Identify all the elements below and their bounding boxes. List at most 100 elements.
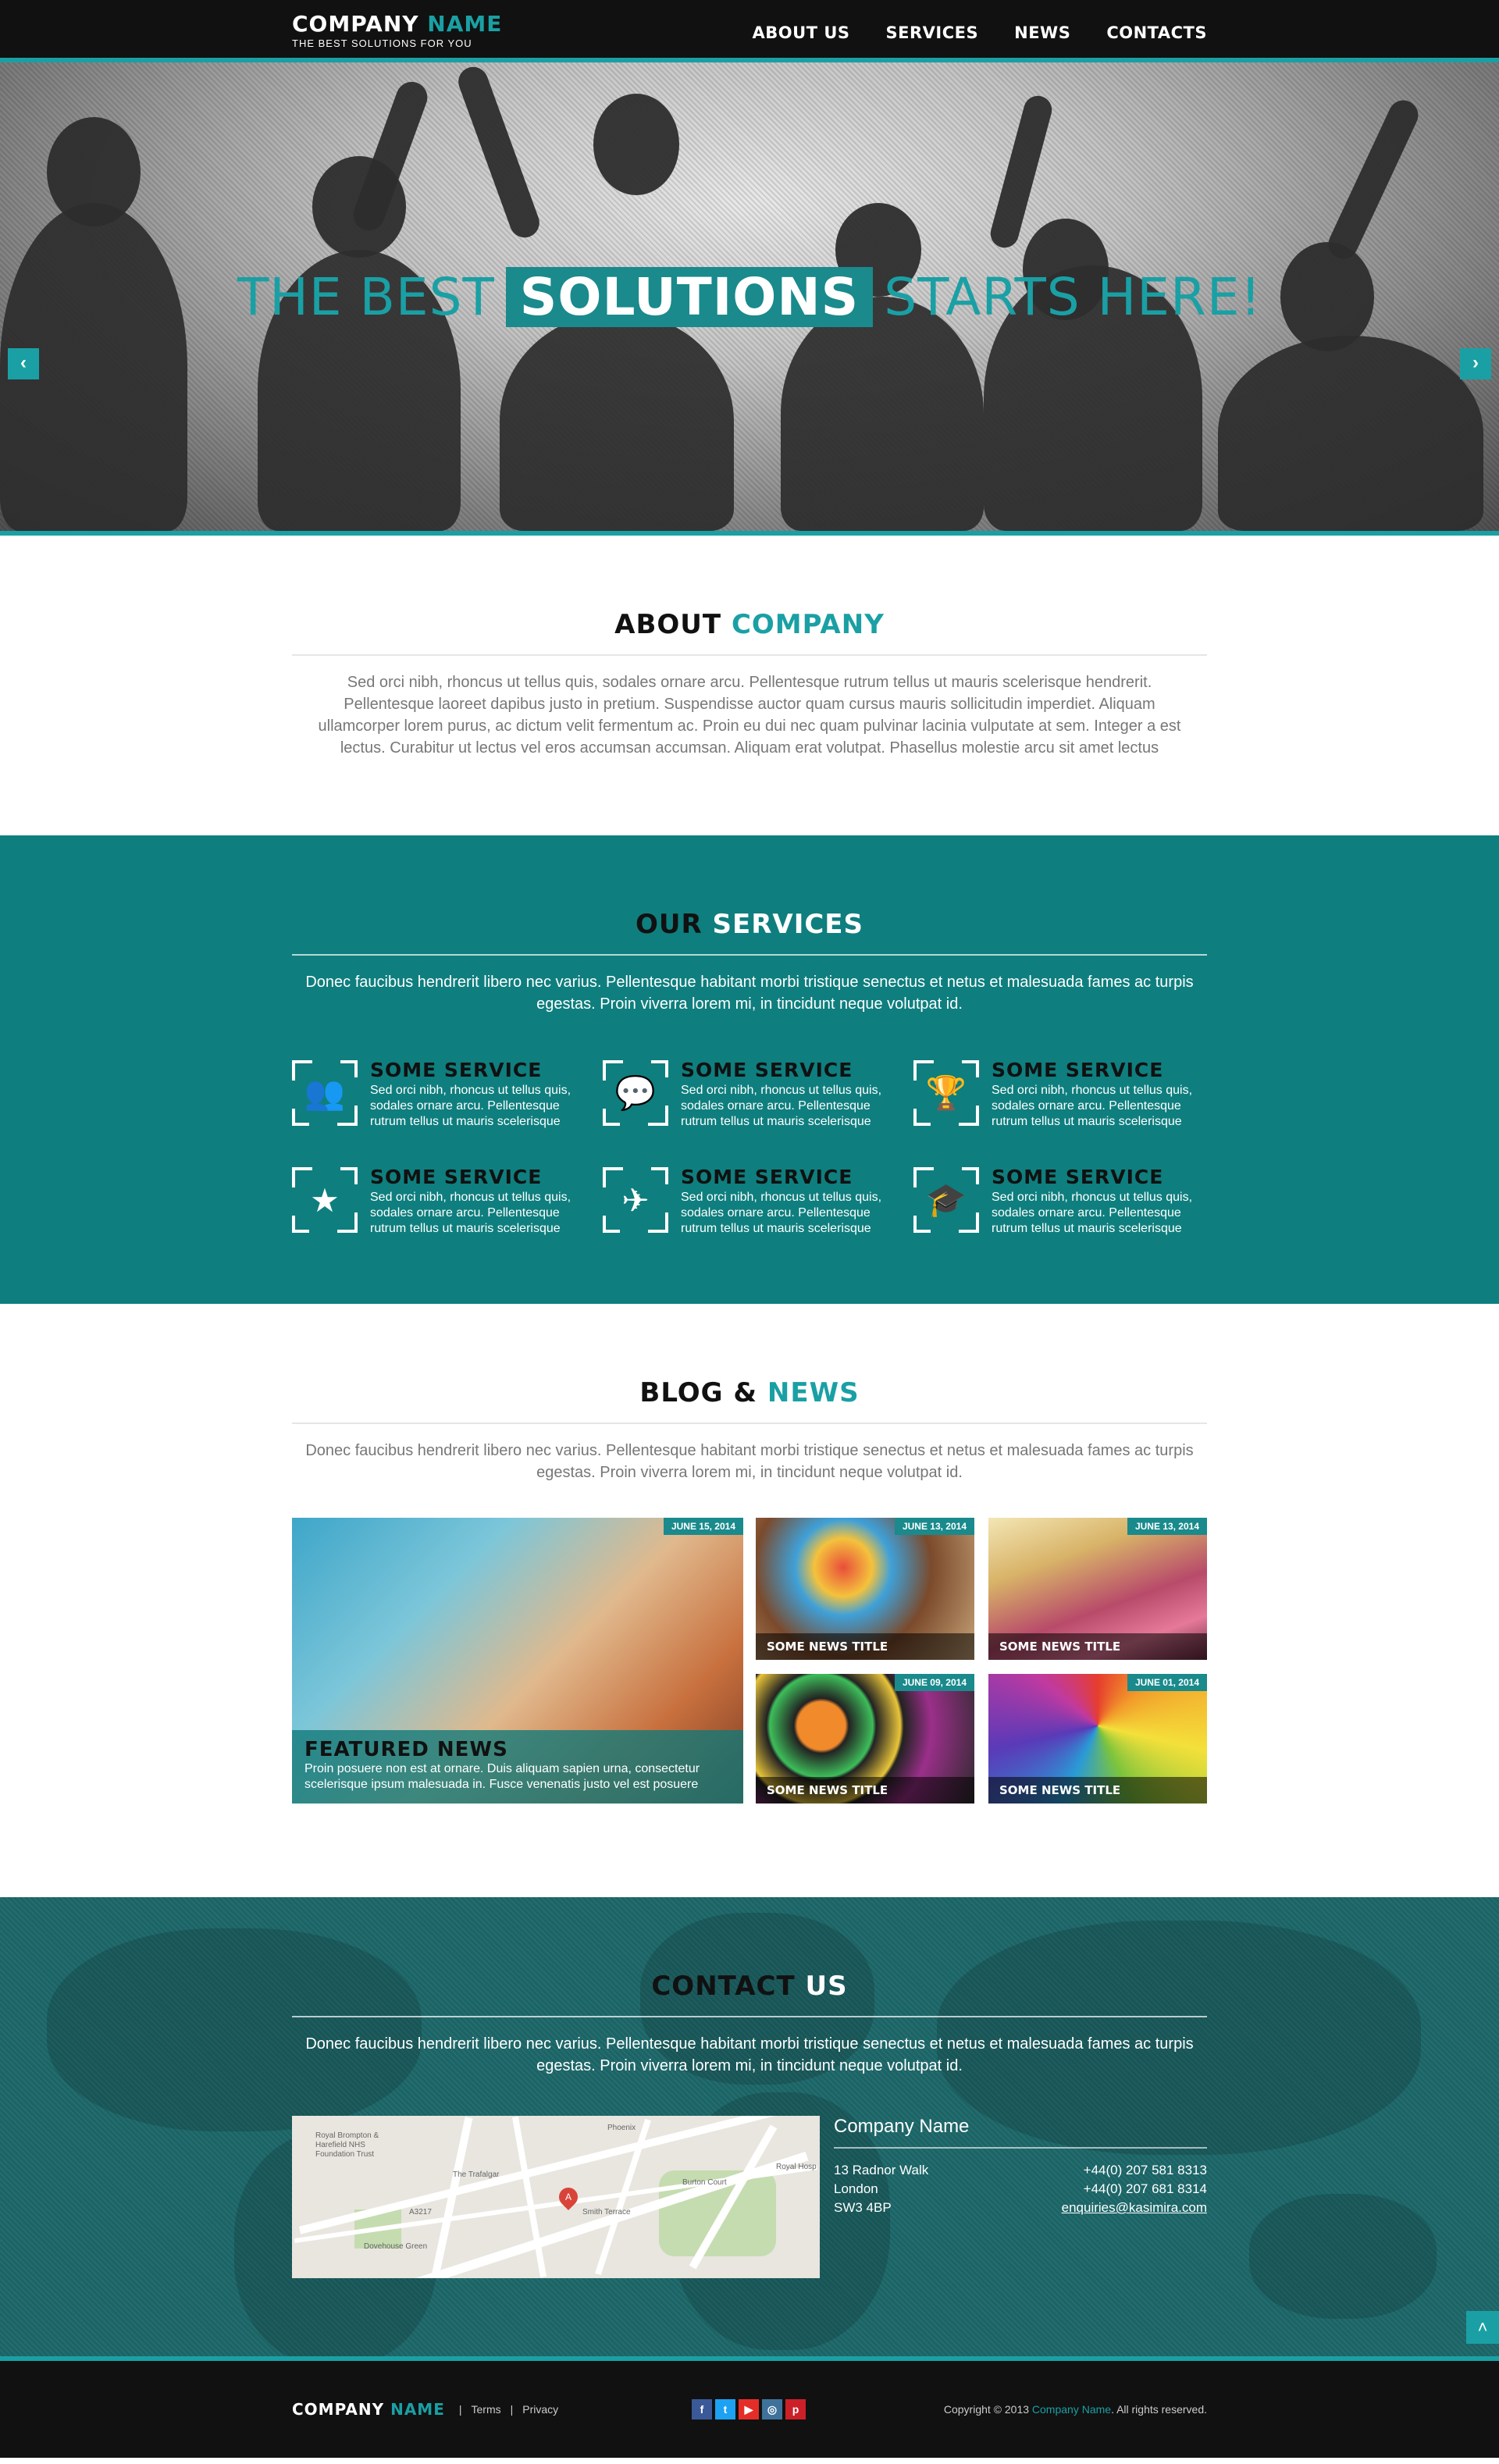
hero-figure <box>781 297 984 531</box>
hero-figure <box>1218 336 1483 531</box>
news-date: JUNE 15, 2014 <box>663 1518 743 1535</box>
service-icon-frame: ✈ <box>603 1167 668 1233</box>
main-nav: ABOUT US SERVICES NEWS CONTACTS <box>753 23 1207 42</box>
service-item[interactable]: 👥 SOME SERVICE Sed orci nibh, rhoncus ut … <box>292 1059 586 1130</box>
hero-headline-post: STARTS HERE! <box>884 267 1262 327</box>
news-date: JUNE 13, 2014 <box>1127 1518 1207 1535</box>
nav-contacts[interactable]: CONTACTS <box>1106 23 1207 42</box>
service-icon-frame: ★ <box>292 1167 358 1233</box>
featured-news-caption: FEATURED NEWS Proin posuere non est at o… <box>292 1730 743 1803</box>
service-icon-frame: 👥 <box>292 1060 358 1126</box>
nav-services[interactable]: SERVICES <box>886 23 979 42</box>
chevron-right-icon: › <box>1472 352 1479 373</box>
news-date: JUNE 09, 2014 <box>894 1674 974 1691</box>
address-line: SW3 4BP <box>834 2200 892 2215</box>
footer-links: | Terms | Privacy <box>459 2403 558 2416</box>
service-item[interactable]: 🎓 SOME SERVICE Sed orci nibh, rhoncus ut … <box>913 1166 1207 1237</box>
chevron-up-icon: ˄ <box>1477 2317 1488 2337</box>
nav-news[interactable]: NEWS <box>1014 23 1070 42</box>
service-text: Sed orci nibh, rhoncus ut tellus quis, s… <box>992 1191 1193 1235</box>
location-map[interactable]: Royal Brompton & Harefield NHS Foundatio… <box>292 2116 820 2278</box>
featured-news-title: FEATURED NEWS <box>304 1738 508 1761</box>
hero-figure-arm <box>1323 95 1423 264</box>
service-item[interactable]: ✈ SOME SERVICE Sed orci nibh, rhoncus ut … <box>603 1166 896 1237</box>
featured-news-card[interactable]: JUNE 15, 2014 FEATURED NEWS Proin posuer… <box>292 1518 743 1803</box>
slider-next-button[interactable]: › <box>1460 348 1491 379</box>
divider <box>292 2016 1207 2017</box>
users-icon: 👥 <box>304 1074 346 1111</box>
twitter-icon[interactable]: t <box>715 2399 735 2419</box>
news-card[interactable]: JUNE 13, 2014 SOME NEWS TITLE <box>756 1518 974 1660</box>
site-footer: COMPANY NAME | Terms | Privacy f t ▶ ◎ p… <box>0 2356 1499 2458</box>
about-title: ABOUT COMPANY <box>292 609 1207 640</box>
hero-figure-head <box>593 94 679 195</box>
instagram-icon[interactable]: ◎ <box>762 2399 782 2419</box>
service-title: SOME SERVICE <box>370 1166 543 1188</box>
hero-headline-pre: THE BEST <box>237 267 495 327</box>
news-grid: JUNE 15, 2014 FEATURED NEWS Proin posuer… <box>292 1518 1207 1803</box>
services-grid: 👥 SOME SERVICE Sed orci nibh, rhoncus ut … <box>292 1059 1207 1237</box>
blog-title-dark: BLOG & <box>639 1377 758 1408</box>
service-icon-frame: 🏆 <box>913 1060 979 1126</box>
service-item[interactable]: 💬 SOME SERVICE Sed orci nibh, rhoncus ut … <box>603 1059 896 1130</box>
service-title: SOME SERVICE <box>992 1059 1164 1081</box>
airplane-icon: ✈ <box>621 1181 650 1219</box>
services-section: OUR SERVICES Donec faucibus hendrerit li… <box>0 835 1499 1304</box>
logo-accent-word: NAME <box>427 11 503 37</box>
featured-news-text: Proin posuere non est at ornare. Duis al… <box>304 1762 700 1791</box>
hero-figure <box>500 312 734 531</box>
nav-about-us[interactable]: ABOUT US <box>753 23 850 42</box>
contact-info-columns: 13 Radnor Walk London SW3 4BP +44(0) 207… <box>834 2161 1207 2217</box>
graduation-cap-icon: 🎓 <box>925 1180 967 1218</box>
news-card[interactable]: JUNE 09, 2014 SOME NEWS TITLE <box>756 1674 974 1803</box>
service-title: SOME SERVICE <box>681 1166 853 1188</box>
youtube-icon[interactable]: ▶ <box>739 2399 759 2419</box>
facebook-icon[interactable]: f <box>692 2399 712 2419</box>
privacy-link[interactable]: Privacy <box>522 2403 558 2416</box>
map-label: Dovehouse Green <box>364 2242 428 2251</box>
phone-2: +44(0) 207 681 8314 <box>1083 2181 1207 2196</box>
news-card[interactable]: JUNE 13, 2014 SOME NEWS TITLE <box>988 1518 1207 1660</box>
email-link[interactable]: enquiries@kasimira.com <box>1062 2200 1207 2215</box>
map-label: Phoenix <box>607 2124 636 2132</box>
divider <box>292 654 1207 656</box>
world-map-shape <box>1249 2194 1437 2319</box>
social-links: f t ▶ ◎ p <box>692 2399 806 2419</box>
contact-title-dark: CONTACT <box>651 1971 796 2002</box>
news-title: SOME NEWS TITLE <box>756 1633 974 1660</box>
back-to-top-button[interactable]: ˄ <box>1466 2311 1499 2344</box>
service-title: SOME SERVICE <box>370 1059 543 1081</box>
service-item[interactable]: ★ SOME SERVICE Sed orci nibh, rhoncus ut … <box>292 1166 586 1237</box>
chat-icon: 💬 <box>614 1074 657 1111</box>
service-item[interactable]: 🏆 SOME SERVICE Sed orci nibh, rhoncus ut … <box>913 1059 1207 1130</box>
footer-logo[interactable]: COMPANY NAME <box>292 2400 445 2419</box>
hero-headline-highlight: SOLUTIONS <box>505 267 874 327</box>
news-title: SOME NEWS TITLE <box>988 1633 1207 1660</box>
address-block: 13 Radnor Walk London SW3 4BP <box>834 2161 928 2217</box>
hero-figure-arm <box>454 62 544 242</box>
news-card[interactable]: JUNE 01, 2014 SOME NEWS TITLE <box>988 1674 1207 1803</box>
contact-title: CONTACT US <box>292 1971 1207 2002</box>
hero-headline: THE BEST SOLUTIONS STARTS HERE! <box>0 267 1499 327</box>
service-icon-frame: 🎓 <box>913 1167 979 1233</box>
logo-text: COMPANY NAME <box>292 12 502 36</box>
blog-title-accent: NEWS <box>767 1377 860 1408</box>
blog-section: BLOG & NEWS Donec faucibus hendrerit lib… <box>0 1304 1499 1897</box>
map-pin-icon[interactable]: A <box>555 2184 582 2210</box>
map-pin-label: A <box>564 2192 572 2203</box>
slider-prev-button[interactable]: ‹ <box>8 348 39 379</box>
terms-link[interactable]: Terms <box>472 2403 501 2416</box>
divider <box>292 1422 1207 1424</box>
star-icon: ★ <box>310 1181 340 1219</box>
services-title: OUR SERVICES <box>292 909 1207 940</box>
logo-main-word: COMPANY <box>292 11 419 37</box>
logo[interactable]: COMPANY NAME THE BEST SOLUTIONS FOR YOU <box>292 12 502 50</box>
phone-email-block: +44(0) 207 581 8313 +44(0) 207 681 8314 … <box>1062 2161 1207 2217</box>
contact-section: CONTACT US Donec faucibus hendrerit libe… <box>0 1897 1499 2356</box>
service-text: Sed orci nibh, rhoncus ut tellus quis, s… <box>992 1084 1193 1128</box>
footer-separator: | <box>458 2403 462 2416</box>
service-title: SOME SERVICE <box>681 1059 853 1081</box>
pinterest-icon[interactable]: p <box>785 2399 806 2419</box>
contact-title-accent: US <box>805 1971 848 2002</box>
services-title-accent: SERVICES <box>712 909 864 940</box>
